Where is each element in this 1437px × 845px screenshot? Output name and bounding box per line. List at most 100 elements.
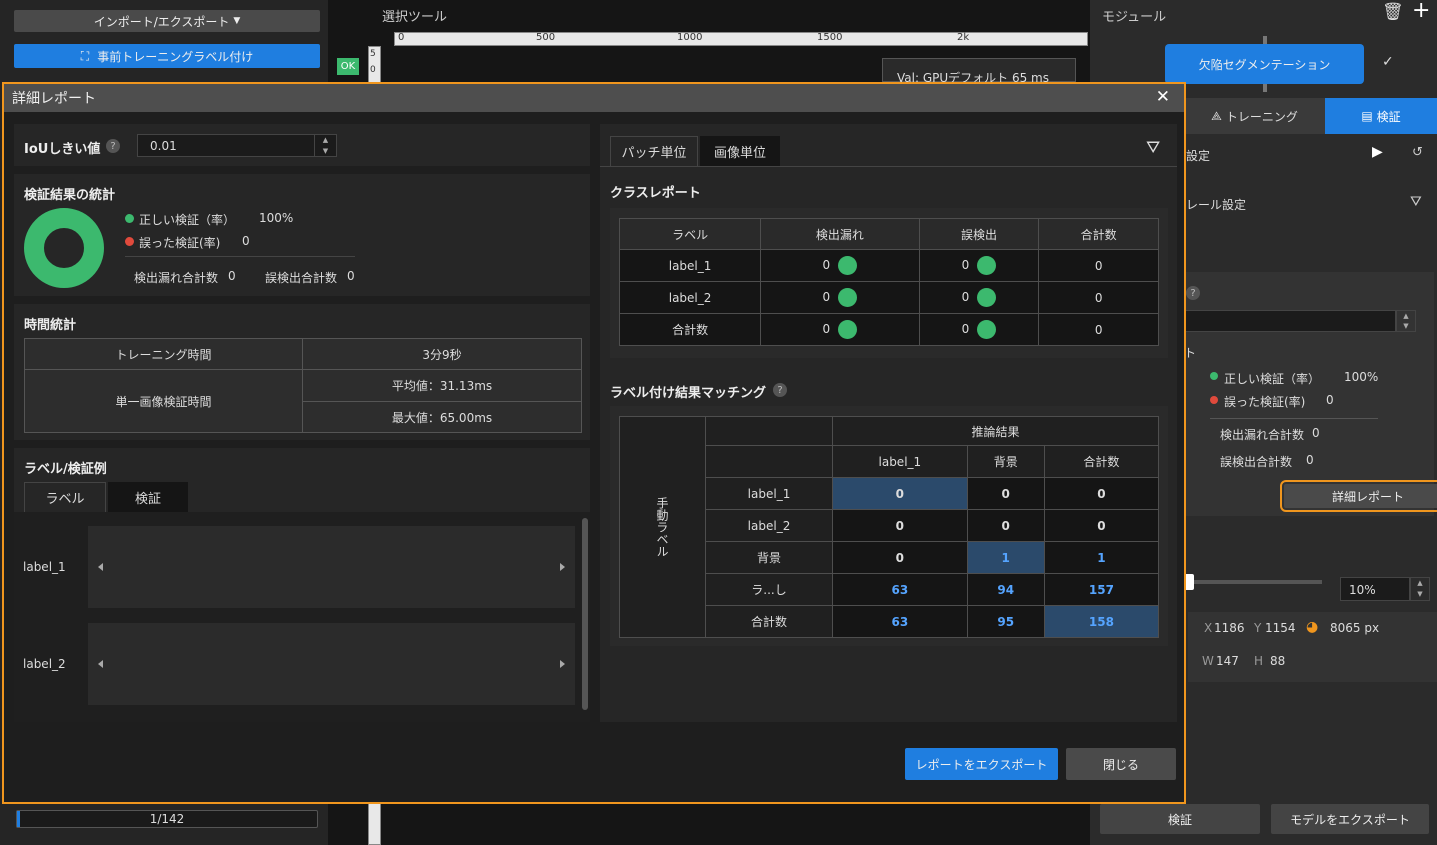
single-image-label: 単一画像検証時間 xyxy=(24,369,303,433)
matrix-cell[interactable]: 63 xyxy=(832,573,968,606)
coord-w: 147 xyxy=(1216,654,1239,668)
false-value: 0 xyxy=(347,269,355,283)
time-stats-panel: 時間統計 トレーニング時間 3分9秒 単一画像検証時間 平均値：31.13ms 最大… xyxy=(14,304,590,440)
tab-validate-examples[interactable]: 検証 xyxy=(108,482,188,512)
coord-x: 1186 xyxy=(1214,621,1245,635)
validation-summary: ? ▲ ▼ ト 正しい検証（率） 100% 誤った検証(率) 0 検出漏れ合計数 … xyxy=(1184,272,1437,516)
table-row: label_1 0 0 0 xyxy=(618,249,1159,282)
time-table: トレーニング時間 3分9秒 単一画像検証時間 平均値：31.13ms 最大値：65.… xyxy=(24,338,582,433)
report-panel: パッチ単位 画像単位 ⛛ クラスレポート ラベル 検出漏れ 誤検出 合計数 la… xyxy=(600,124,1177,722)
check-icon: ✓ xyxy=(1382,54,1394,70)
matching-title: ラベル付け結果マッチング xyxy=(610,386,767,401)
plus-icon[interactable]: + xyxy=(1412,0,1430,23)
green-dot-icon xyxy=(1210,372,1218,380)
bottom-validate-button[interactable]: 検証 xyxy=(1100,804,1260,834)
tab-validate[interactable]: ▤ 検証 xyxy=(1325,98,1437,134)
tab-image[interactable]: 画像単位 xyxy=(700,136,780,166)
zoom-stepper[interactable]: ▲ ▼ xyxy=(1410,577,1430,601)
detail-report-dialog: 詳細レポート ✕ IoUしきい値 ? 0.01 ▲ ▼ 検証結果の統計 正しい検証… xyxy=(2,82,1186,804)
trash-icon[interactable]: 🗑 xyxy=(1382,2,1404,22)
pretrain-label-button[interactable]: ⛶ 事前トレーニングラベル付け xyxy=(14,44,320,68)
coord-y: 1154 xyxy=(1265,621,1296,635)
donut-chart xyxy=(24,208,104,288)
right-false-value: 0 xyxy=(1306,453,1314,467)
filter-settings-icon[interactable]: ⛛ xyxy=(1410,194,1422,210)
network-icon: ⟁ xyxy=(1211,108,1222,123)
matrix-cell[interactable]: 0 xyxy=(832,509,968,542)
matrix-cell[interactable]: 63 xyxy=(832,605,968,638)
export-report-button[interactable]: レポートをエクスポート xyxy=(905,748,1058,780)
example-row-label: label_2 xyxy=(23,657,66,671)
matrix-cell[interactable]: 0 xyxy=(832,477,968,510)
example-image-strip[interactable] xyxy=(88,526,575,608)
history-icon[interactable]: ↺ xyxy=(1412,145,1423,160)
examples-panel: ラベル/検証例 ラベル 検証 label_1 label_2 xyxy=(14,448,590,722)
pagination-bar[interactable]: 1/142 xyxy=(16,810,318,828)
pagination-text: 1/142 xyxy=(149,812,185,826)
examples-scrollbar[interactable] xyxy=(582,518,588,710)
red-dot-icon xyxy=(125,237,134,246)
coord-x-label: X xyxy=(1204,621,1213,635)
scroll-right-icon[interactable] xyxy=(560,660,565,668)
matrix-cell[interactable]: 0 xyxy=(1043,509,1160,542)
coord-y-label: Y xyxy=(1254,621,1262,635)
matrix-row-label: 背景 xyxy=(705,541,833,574)
tab-divider xyxy=(600,166,1177,167)
iou-stepper[interactable]: ▲ ▼ xyxy=(314,134,337,157)
matrix-cell[interactable]: 1 xyxy=(966,541,1045,574)
rule-settings-label: レール設定 xyxy=(1186,198,1247,212)
missed-value: 0 xyxy=(228,269,236,283)
help-icon[interactable]: ? xyxy=(773,383,787,397)
matrix-row-label: 合計数 xyxy=(705,605,833,638)
matrix-cell[interactable]: 0 xyxy=(966,509,1045,542)
import-export-button[interactable]: インポート/エクスポート ▼ xyxy=(14,10,320,32)
manual-label-header: 手動ラベル xyxy=(619,416,706,638)
iou-input[interactable]: 0.01 xyxy=(137,134,337,157)
help-icon[interactable]: ? xyxy=(1186,286,1200,300)
matrix-cell[interactable]: 0 xyxy=(832,541,968,574)
wrong-value: 0 xyxy=(242,234,250,248)
ruler-tick-label: 500 xyxy=(536,32,556,43)
matrix-cell[interactable]: 0 xyxy=(1043,477,1160,510)
tab-patch[interactable]: パッチ単位 xyxy=(610,136,698,166)
class-header: 誤検出 xyxy=(918,218,1040,250)
scroll-left-icon[interactable] xyxy=(98,563,103,571)
palette-icon: ◕ xyxy=(1306,619,1319,635)
matching-area: 手動ラベル 推論結果 label_1 背景 合計数 label_1 0 0 0 xyxy=(610,406,1168,646)
matrix-cell[interactable]: 94 xyxy=(966,573,1045,606)
scroll-left-icon[interactable] xyxy=(98,660,103,668)
detail-report-button[interactable]: 詳細レポート xyxy=(1280,480,1437,512)
matrix-cell[interactable]: 158 xyxy=(1043,605,1160,638)
play-icon[interactable]: ▶ xyxy=(1372,144,1383,160)
scroll-right-icon[interactable] xyxy=(560,563,565,571)
close-icon[interactable]: ✕ xyxy=(1156,87,1170,107)
missed-count: 0 xyxy=(822,258,831,272)
status-ok-icon xyxy=(977,256,997,275)
zoom-input[interactable]: 10% xyxy=(1340,577,1410,601)
module-defect-segmentation[interactable]: 欠陥セグメンテーション xyxy=(1165,44,1364,84)
example-image-strip[interactable] xyxy=(88,623,575,705)
help-icon[interactable]: ? xyxy=(106,139,120,153)
dialog-titlebar: 詳細レポート ✕ xyxy=(4,84,1184,112)
bottom-export-model-button[interactable]: モデルをエクスポート xyxy=(1271,804,1429,834)
matrix-cell[interactable]: 0 xyxy=(966,477,1045,510)
matrix-cell[interactable]: 157 xyxy=(1043,573,1160,606)
tab-label[interactable]: ラベル xyxy=(24,482,106,512)
class-report-table: ラベル 検出漏れ 誤検出 合計数 label_1 0 0 0 label_2 0… xyxy=(618,218,1159,346)
right-iou-input[interactable] xyxy=(1184,310,1396,332)
right-iou-stepper[interactable]: ▲ ▼ xyxy=(1396,310,1416,332)
false-count: 0 xyxy=(961,290,970,304)
status-ok-icon xyxy=(977,288,997,307)
table-row: 合計数 0 0 0 xyxy=(618,313,1159,346)
settings-label: 設定 xyxy=(1186,149,1211,163)
zoom-slider-track[interactable] xyxy=(1184,574,1322,590)
tab-training[interactable]: ⟁ トレーニング xyxy=(1184,98,1325,134)
matrix-cell[interactable]: 95 xyxy=(966,605,1045,638)
chevron-down-icon: ▼ xyxy=(233,16,241,26)
inference-header: 推論結果 xyxy=(832,416,1159,446)
stats-title: 検証結果の統計 xyxy=(24,188,116,203)
close-button[interactable]: 閉じる xyxy=(1066,748,1176,780)
matrix-row-label: label_2 xyxy=(705,509,833,542)
filter-settings-icon[interactable]: ⛛ xyxy=(1146,138,1160,158)
matrix-cell[interactable]: 1 xyxy=(1043,541,1160,574)
